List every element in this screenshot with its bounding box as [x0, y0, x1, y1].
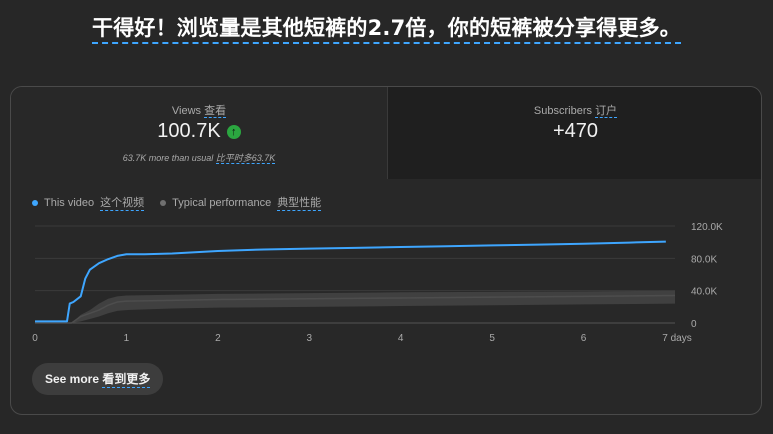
views-value-row: 100.7K ↑	[11, 120, 387, 143]
x-tick-label: 0	[32, 333, 38, 344]
legend-typical-cn: 典型性能	[277, 194, 322, 211]
typical-band	[35, 290, 675, 323]
x-tick-label: 4	[398, 333, 404, 344]
subscribers-label: Subscribers 订户	[388, 102, 761, 118]
y-tick-label: 40.0K	[691, 287, 717, 298]
up-arrow-icon: ↑	[226, 125, 241, 139]
x-tick-label: 1	[124, 333, 130, 344]
subscribers-label-en: Subscribers	[533, 105, 592, 117]
views-value: 100.7K	[157, 120, 221, 142]
x-tick-label: 6	[581, 333, 587, 344]
headline-text: 干得好！浏览量是其他短裤的2.7倍，你的短裤被分享得更多。	[92, 16, 681, 44]
views-comparison: 63.7K more than usual 比平时多63.7K	[11, 151, 387, 164]
x-tick-label: 2	[215, 333, 221, 344]
y-tick-label: 120.0K	[691, 222, 723, 233]
x-tick-label: 5	[489, 333, 495, 344]
legend-item-this-video: This video 这个视频	[32, 194, 145, 211]
headline-banner: 干得好！浏览量是其他短裤的2.7倍，你的短裤被分享得更多。	[0, 12, 773, 44]
views-metric[interactable]: Views 查看 100.7K ↑ 63.7K more than usual 比…	[11, 87, 387, 179]
x-tick-label: 7 days	[662, 333, 691, 344]
views-label: Views 查看	[11, 102, 387, 118]
chart-legend: This video 这个视频 Typical performance 典型性能	[32, 194, 322, 211]
typical-dot-icon	[160, 199, 167, 206]
this-video-dot-icon	[32, 199, 38, 206]
views-label-en: Views	[171, 105, 202, 117]
y-tick-label: 80.0K	[691, 254, 717, 265]
y-tick-label: 0	[691, 319, 697, 330]
legend-this-video-cn: 这个视频	[100, 194, 145, 211]
see-more-label-cn: 看到更多	[102, 372, 151, 388]
views-comparison-cn: 比平时多63.7K	[215, 153, 276, 164]
views-comparison-en: 63.7K more than usual	[122, 153, 214, 163]
subscribers-metric[interactable]: Subscribers 订户 +470	[387, 87, 761, 179]
x-tick-label: 3	[307, 333, 313, 344]
subscribers-label-cn: 订户	[595, 105, 618, 118]
legend-this-video-label: This video	[44, 196, 95, 209]
subscribers-value: +470	[552, 120, 599, 142]
performance-card: Views 查看 100.7K ↑ 63.7K more than usual 比…	[10, 86, 762, 415]
views-label-cn: 查看	[204, 105, 227, 118]
see-more-label: See more	[45, 372, 100, 386]
legend-typical-label: Typical performance	[172, 196, 272, 209]
views-chart: 120.0K 80.0K 40.0K 0 0 1 2 3 4 5 6 7 days	[32, 222, 723, 344]
legend-item-typical: Typical performance 典型性能	[160, 194, 322, 211]
see-more-button[interactable]: See more 看到更多	[32, 363, 164, 395]
